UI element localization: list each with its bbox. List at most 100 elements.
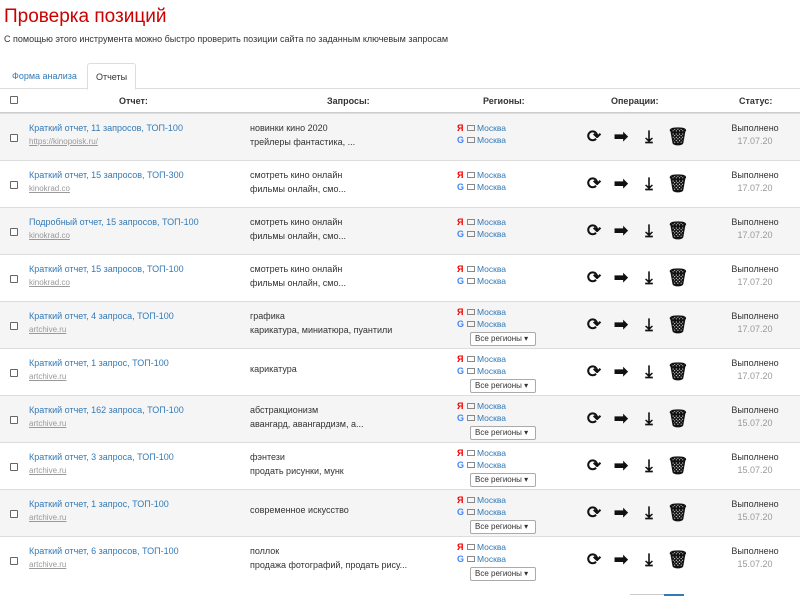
region-city-link[interactable]: Москва [477,276,506,286]
export-icon[interactable]: ➡ [612,503,630,523]
region-city-link[interactable]: Москва [477,401,506,411]
download-icon[interactable]: ⤓ [640,127,658,147]
region-city-link[interactable]: Москва [477,413,506,423]
report-title-link[interactable]: Подробный отчет, 15 запросов, ТОП-100 [29,217,199,227]
report-title-link[interactable]: Краткий отчет, 162 запроса, ТОП-100 [29,405,184,415]
trash-icon[interactable]: 🗑 [667,221,689,241]
regions-select[interactable]: Все регионы ▾ [470,379,536,393]
report-site-link[interactable]: kinokrad.co [29,278,70,287]
report-site-link[interactable]: kinokrad.co [29,231,70,240]
download-icon[interactable]: ⤓ [640,362,658,382]
regions-select[interactable]: Все регионы ▾ [470,567,536,581]
region-city-link[interactable]: Москва [477,554,506,564]
report-title-link[interactable]: Краткий отчет, 15 запросов, ТОП-300 [29,170,184,180]
download-icon[interactable]: ⤓ [640,174,658,194]
regions-select[interactable]: Все регионы ▾ [470,473,536,487]
row-checkbox[interactable] [10,510,18,518]
region-city-link[interactable]: Москва [477,460,506,470]
report-title-link[interactable]: Краткий отчет, 3 запроса, ТОП-100 [29,452,174,462]
row-checkbox[interactable] [10,181,18,189]
report-title-link[interactable]: Краткий отчет, 4 запроса, ТОП-100 [29,311,174,321]
region-city-link[interactable]: Москва [477,354,506,364]
export-icon[interactable]: ➡ [612,362,630,382]
report-title-link[interactable]: Краткий отчет, 1 запрос, ТОП-100 [29,358,169,368]
refresh-icon[interactable]: ⟳ [585,362,603,382]
export-icon[interactable]: ➡ [612,409,630,429]
regions-select[interactable]: Все регионы ▾ [470,426,536,440]
region-city-link[interactable]: Москва [477,229,506,239]
export-icon[interactable]: ➡ [612,268,630,288]
refresh-icon[interactable]: ⟳ [585,221,603,241]
row-checkbox[interactable] [10,463,18,471]
report-site-link[interactable]: artchive.ru [29,513,66,522]
tab-analysis-form[interactable]: Форма анализа [4,63,85,89]
report-site-link[interactable]: artchive.ru [29,560,66,569]
trash-icon[interactable]: 🗑 [667,456,689,476]
report-site-link[interactable]: artchive.ru [29,419,66,428]
download-icon[interactable]: ⤓ [640,268,658,288]
refresh-icon[interactable]: ⟳ [585,268,603,288]
refresh-icon[interactable]: ⟳ [585,503,603,523]
report-title-link[interactable]: Краткий отчет, 15 запросов, ТОП-100 [29,264,184,274]
report-title-link[interactable]: Краткий отчет, 6 запросов, ТОП-100 [29,546,179,556]
report-title-link[interactable]: Краткий отчет, 11 запросов, ТОП-100 [29,123,183,133]
report-site-link[interactable]: artchive.ru [29,466,66,475]
regions-select[interactable]: Все регионы ▾ [470,520,536,534]
download-icon[interactable]: ⤓ [640,409,658,429]
row-checkbox[interactable] [10,322,18,330]
row-checkbox[interactable] [10,275,18,283]
region-city-link[interactable]: Москва [477,182,506,192]
row-checkbox[interactable] [10,369,18,377]
export-icon[interactable]: ➡ [612,174,630,194]
download-icon[interactable]: ⤓ [640,550,658,570]
refresh-icon[interactable]: ⟳ [585,550,603,570]
pagination[interactable] [630,594,664,600]
export-icon[interactable]: ➡ [612,550,630,570]
report-site-link[interactable]: artchive.ru [29,372,66,381]
refresh-icon[interactable]: ⟳ [585,174,603,194]
refresh-icon[interactable]: ⟳ [585,456,603,476]
report-site-link[interactable]: https://kinopoisk.ru/ [29,137,98,146]
region-city-link[interactable]: Москва [477,542,506,552]
trash-icon[interactable]: 🗑 [667,268,689,288]
region-city-link[interactable]: Москва [477,307,506,317]
export-icon[interactable]: ➡ [612,221,630,241]
refresh-icon[interactable]: ⟳ [585,409,603,429]
row-checkbox[interactable] [10,134,18,142]
refresh-icon[interactable]: ⟳ [585,315,603,335]
select-all-checkbox[interactable] [10,96,18,104]
refresh-icon[interactable]: ⟳ [585,127,603,147]
region-city-link[interactable]: Москва [477,319,506,329]
region-city-link[interactable]: Москва [477,264,506,274]
region-city-link[interactable]: Москва [477,448,506,458]
trash-icon[interactable]: 🗑 [667,550,689,570]
report-site-link[interactable]: artchive.ru [29,325,66,334]
trash-icon[interactable]: 🗑 [667,409,689,429]
report-title-link[interactable]: Краткий отчет, 1 запрос, ТОП-100 [29,499,169,509]
trash-icon[interactable]: 🗑 [667,127,689,147]
region-city-link[interactable]: Москва [477,507,506,517]
trash-icon[interactable]: 🗑 [667,362,689,382]
region-city-link[interactable]: Москва [477,366,506,376]
row-checkbox[interactable] [10,557,18,565]
trash-icon[interactable]: 🗑 [667,174,689,194]
pagination-current[interactable] [664,594,684,600]
trash-icon[interactable]: 🗑 [667,503,689,523]
region-city-link[interactable]: Москва [477,123,506,133]
export-icon[interactable]: ➡ [612,315,630,335]
row-checkbox[interactable] [10,228,18,236]
region-city-link[interactable]: Москва [477,135,506,145]
tab-reports[interactable]: Отчеты [87,63,137,90]
export-icon[interactable]: ➡ [612,456,630,476]
regions-select[interactable]: Все регионы ▾ [470,332,536,346]
report-site-link[interactable]: kinokrad.co [29,184,70,193]
region-city-link[interactable]: Москва [477,495,506,505]
trash-icon[interactable]: 🗑 [667,315,689,335]
download-icon[interactable]: ⤓ [640,456,658,476]
download-icon[interactable]: ⤓ [640,503,658,523]
download-icon[interactable]: ⤓ [640,315,658,335]
download-icon[interactable]: ⤓ [640,221,658,241]
region-city-link[interactable]: Москва [477,170,506,180]
region-city-link[interactable]: Москва [477,217,506,227]
export-icon[interactable]: ➡ [612,127,630,147]
